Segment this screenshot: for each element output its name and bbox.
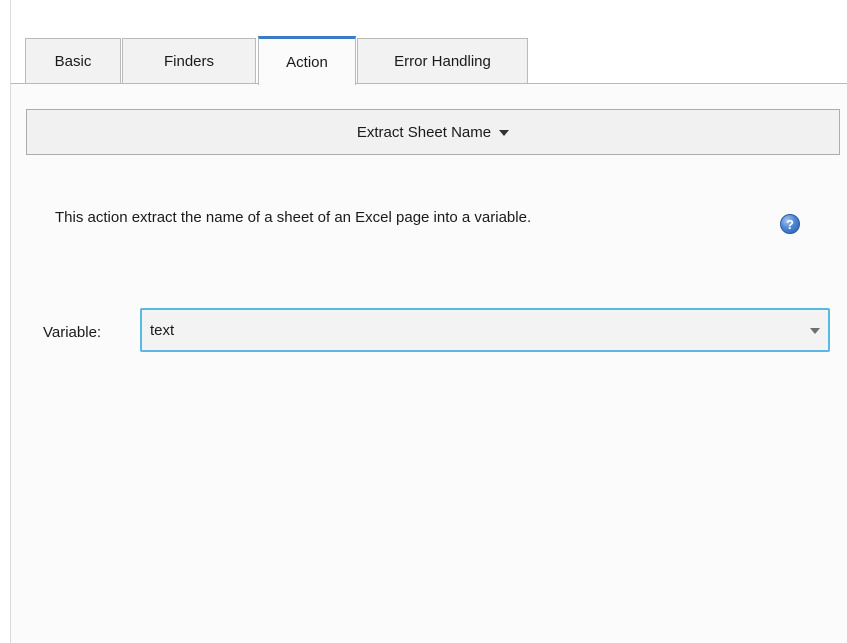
caret-down-icon [499,130,510,136]
tab-finders-label: Finders [163,53,215,70]
tab-error-handling[interactable]: Error Handling [357,38,528,84]
tab-bar: Basic Finders Action Error Handling [11,0,847,85]
tab-finders[interactable]: Finders [122,38,256,84]
variable-select[interactable]: text [140,308,830,352]
tab-action-label: Action [286,53,328,71]
tab-basic[interactable]: Basic [25,38,121,84]
variable-label: Variable: [43,324,102,341]
tab-basic-label: Basic [54,53,92,70]
action-type-dropdown[interactable]: Extract Sheet Name [26,109,840,155]
tab-bar-divider [11,83,847,84]
action-panel: Basic Finders Action Error Handling Extr… [10,0,847,643]
tab-action[interactable]: Action [258,36,356,85]
action-type-label: Extract Sheet Name [356,123,492,141]
action-description: This action extract the name of a sheet … [55,209,532,226]
help-question-icon[interactable]: ? [780,214,800,234]
variable-value: text [150,321,175,339]
tab-error-handling-label: Error Handling [394,53,491,70]
chevron-down-icon [810,328,820,334]
